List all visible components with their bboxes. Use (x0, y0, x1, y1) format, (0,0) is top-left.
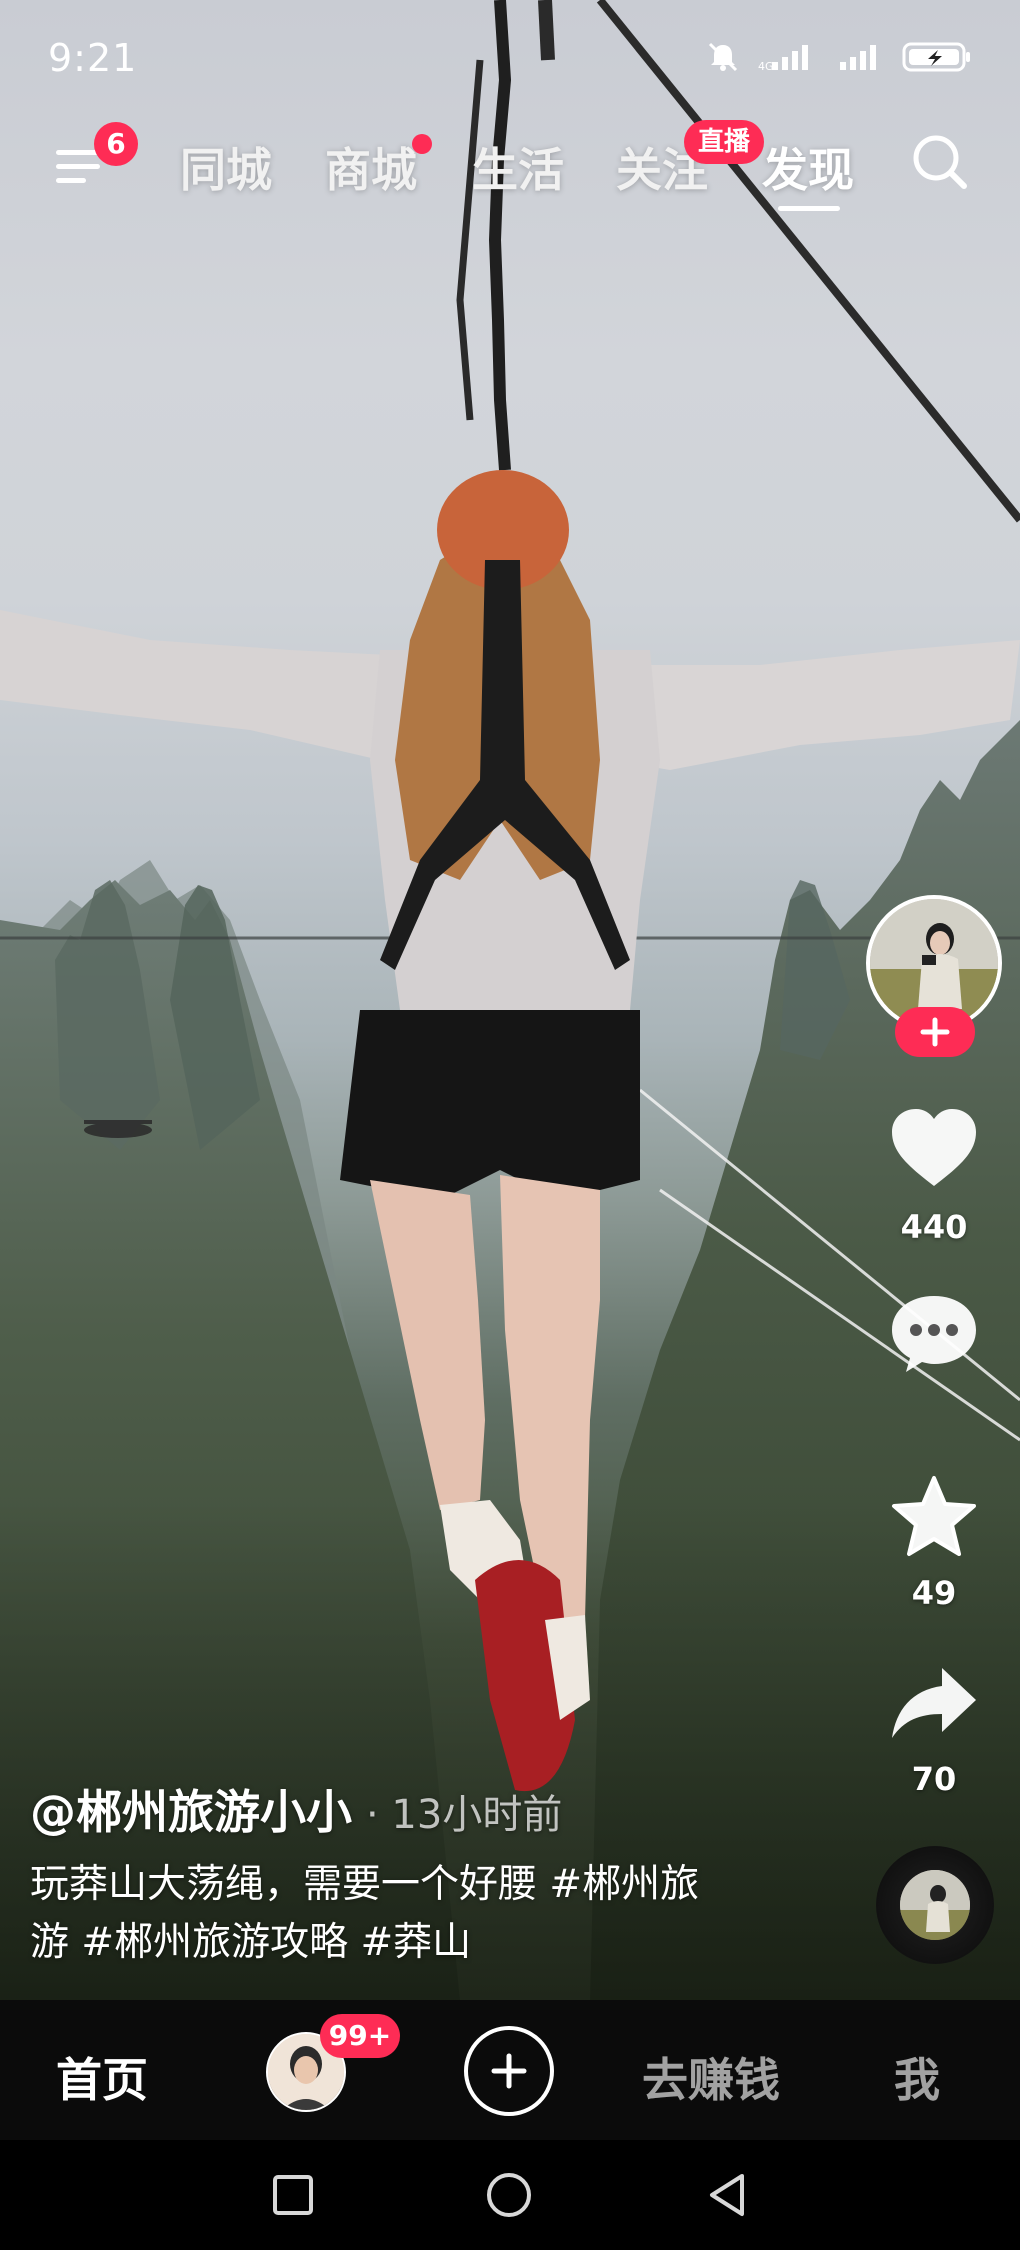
favorite-count: 49 (911, 1574, 957, 1612)
share-button[interactable] (884, 1652, 984, 1752)
comment-button[interactable] (884, 1282, 984, 1382)
follow-button[interactable] (895, 1007, 975, 1057)
star-icon (892, 1476, 976, 1556)
heart-icon (892, 1109, 976, 1186)
search-button[interactable] (908, 130, 972, 194)
bottom-tab-bar: 首页 99+ 去赚钱 我 (0, 2000, 1020, 2140)
home-icon (487, 2173, 531, 2217)
music-cover-art (900, 1870, 970, 1940)
tab-faxian[interactable]: 发现 (762, 134, 854, 200)
follow-plus-icon (920, 1017, 950, 1047)
favorite-button[interactable] (884, 1468, 984, 1568)
menu-badge: 6 (94, 122, 138, 166)
like-count: 440 (900, 1208, 968, 1246)
author-name[interactable]: @郴州旅游小小 (30, 1785, 352, 1839)
post-time: · 13小时前 (366, 1792, 563, 1838)
back-icon (710, 2174, 744, 2216)
friends-badge: 99+ (320, 2014, 400, 2058)
author-line: @郴州旅游小小 · 13小时前 (30, 1776, 562, 1842)
back-button[interactable] (702, 2170, 752, 2220)
share-count: 70 (911, 1760, 957, 1798)
svg-text:4G: 4G (758, 60, 774, 72)
top-nav: 6 同城 商城 生活 关注 直播 发现 (0, 120, 1020, 211)
tab-shenghuo[interactable]: 生活 (472, 134, 564, 200)
shangcheng-dot (412, 134, 432, 154)
create-plus-icon (491, 2053, 527, 2089)
video-player[interactable] (0, 0, 1020, 2000)
system-nav-bar (0, 2140, 1020, 2250)
create-button[interactable] (464, 2026, 554, 2116)
comment-icon (892, 1296, 976, 1372)
status-bar: 9:21 4G (0, 0, 1020, 120)
post-caption[interactable]: 玩莽山大荡绳，需要一个好腰 #郴州旅游 #郴州旅游攻略 #莽山 (30, 1856, 730, 1972)
tab-home[interactable]: 首页 (56, 2044, 148, 2110)
home-button[interactable] (484, 2170, 534, 2220)
live-badge: 直播 (684, 120, 764, 164)
mute-bell-icon (708, 42, 738, 72)
recent-apps-button[interactable] (268, 2170, 318, 2220)
battery-charging-icon (902, 42, 970, 72)
tab-shangcheng[interactable]: 商城 (325, 134, 417, 200)
recent-apps-icon (273, 2175, 313, 2215)
tab-tongcheng[interactable]: 同城 (180, 134, 272, 200)
active-tab-indicator (778, 206, 840, 211)
signal-4g-icon: 4G (758, 45, 808, 72)
signal-icon (840, 45, 876, 70)
search-icon (913, 135, 967, 189)
music-disc[interactable] (876, 1846, 994, 1964)
video-frame-illustration (0, 0, 1020, 2000)
status-icons: 4G (706, 40, 972, 74)
like-button[interactable] (884, 1098, 984, 1198)
tab-earn[interactable]: 去赚钱 (642, 2044, 780, 2110)
tab-me[interactable]: 我 (894, 2044, 940, 2110)
music-disc-icon (900, 1870, 970, 1940)
share-icon (892, 1668, 976, 1738)
status-time: 9:21 (48, 36, 138, 80)
